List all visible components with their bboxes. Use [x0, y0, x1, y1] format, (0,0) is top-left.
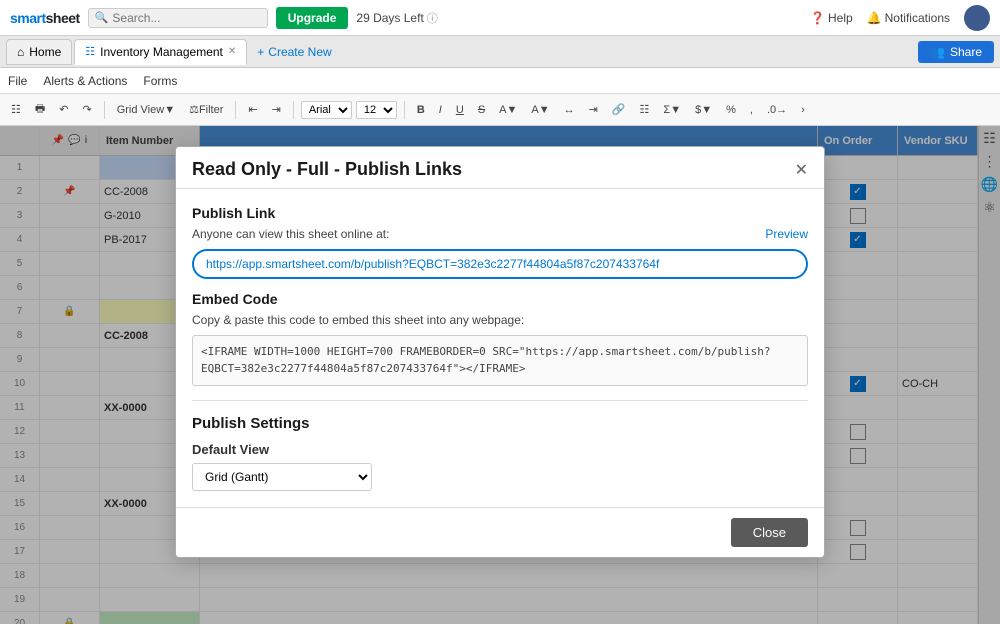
modal-body: Publish Link Anyone can view this sheet …	[176, 189, 824, 507]
publish-url-row	[192, 249, 808, 279]
toolbar: ☷ 🖶 ↶ ↷ Grid View ▼ ⚖ Filter ⇤ ⇥ Arial 1…	[0, 94, 1000, 126]
notifications-button[interactable]: 🔔 Notifications	[867, 11, 950, 25]
modal-footer: Close	[176, 507, 824, 557]
embed-code-title: Embed Code	[192, 291, 808, 307]
search-icon: 🔍	[95, 11, 109, 24]
bold-button[interactable]: B	[412, 101, 430, 119]
upgrade-button[interactable]: Upgrade	[276, 7, 349, 29]
divider	[192, 400, 808, 401]
tab-close-icon[interactable]: ✕	[228, 46, 236, 57]
info-icon: ⓘ	[427, 10, 438, 26]
top-right-controls: ❓ Help 🔔 Notifications	[810, 5, 990, 31]
modal-overlay: Read Only - Full - Publish Links ✕ Publi…	[0, 126, 1000, 624]
plus-icon: +	[257, 45, 264, 59]
menu-forms[interactable]: Forms	[143, 74, 177, 88]
user-avatar[interactable]	[964, 5, 990, 31]
italic-button[interactable]: I	[434, 101, 447, 119]
default-view-select[interactable]: Grid (Gantt) Grid Gantt Calendar	[192, 463, 372, 491]
toolbar-redo-icon[interactable]: ↷	[77, 100, 96, 119]
search-box[interactable]: 🔍	[88, 8, 268, 28]
publish-link-title: Publish Link	[192, 205, 808, 221]
more-icon[interactable]: ›	[796, 101, 810, 119]
percent-icon[interactable]: %	[721, 101, 741, 119]
toolbar-separator-3	[293, 101, 294, 119]
top-bar: smartsheet 🔍 Upgrade 29 Days Left ⓘ ❓ He…	[0, 0, 1000, 36]
embed-code-box[interactable]: <IFRAME WIDTH=1000 HEIGHT=700 FRAMEBORDE…	[192, 335, 808, 386]
decimal-icon[interactable]: ,	[745, 101, 758, 119]
toolbar-grid-icon[interactable]: ☷	[6, 100, 26, 119]
toolbar-separator-1	[104, 101, 105, 119]
tab-inventory-management[interactable]: ☷ Inventory Management ✕	[74, 39, 247, 65]
embed-code-desc: Copy & paste this code to embed this she…	[192, 313, 808, 327]
search-input[interactable]	[112, 11, 252, 25]
size-selector[interactable]: 12	[356, 101, 397, 119]
currency-icon[interactable]: $▼	[690, 101, 717, 119]
underline-button[interactable]: U	[451, 101, 469, 119]
bell-icon: 🔔	[867, 11, 882, 25]
publish-settings-title: Publish Settings	[192, 415, 808, 432]
grid-view-button[interactable]: Grid View ▼	[112, 101, 180, 119]
modal-close-button[interactable]: ✕	[795, 160, 808, 180]
help-button[interactable]: ❓ Help	[810, 11, 853, 25]
main-area: 📌 💬 i Item Number On Order Vendor SKU 1	[0, 126, 1000, 624]
days-left: 29 Days Left ⓘ	[356, 10, 437, 26]
modal-title: Read Only - Full - Publish Links	[192, 159, 462, 180]
preview-link[interactable]: Preview	[765, 227, 808, 241]
menu-bar: File Alerts & Actions Forms	[0, 68, 1000, 94]
menu-alerts[interactable]: Alerts & Actions	[43, 74, 127, 88]
people-icon: 👥	[930, 45, 945, 59]
text-color-icon[interactable]: A▼	[526, 101, 554, 119]
toolbar-undo-icon[interactable]: ↶	[54, 100, 73, 119]
home-icon: ⌂	[17, 45, 24, 59]
tab-bar: ⌂ Home ☷ Inventory Management ✕ + Create…	[0, 36, 1000, 68]
create-new-tab[interactable]: + Create New	[249, 39, 339, 65]
align-options-icon[interactable]: ↔	[559, 101, 580, 119]
share-button[interactable]: 👥 Share	[918, 41, 994, 63]
toolbar-separator-4	[404, 101, 405, 119]
filter-button[interactable]: ⚖ Filter	[184, 100, 228, 119]
filter-icon: ⚖	[189, 103, 199, 116]
sigma-icon[interactable]: Σ▼	[658, 101, 686, 119]
modal-close-footer-button[interactable]: Close	[731, 518, 808, 547]
table-icon[interactable]: ☷	[635, 100, 655, 119]
link-icon[interactable]: 🔗	[607, 100, 631, 119]
indent-icon[interactable]: ⇥	[584, 100, 603, 119]
publish-links-modal: Read Only - Full - Publish Links ✕ Publi…	[175, 146, 825, 558]
menu-file[interactable]: File	[8, 74, 27, 88]
toolbar-separator-2	[235, 101, 236, 119]
help-icon: ❓	[810, 11, 825, 25]
increase-decimal-icon[interactable]: .0→	[762, 101, 792, 119]
font-selector[interactable]: Arial	[301, 101, 352, 119]
modal-title-bar: Read Only - Full - Publish Links ✕	[176, 147, 824, 189]
toolbar-print-icon[interactable]: 🖶	[30, 97, 50, 122]
publish-link-desc: Anyone can view this sheet online at: Pr…	[192, 227, 808, 241]
strikethrough-button[interactable]: S	[473, 101, 490, 119]
fill-color-icon[interactable]: A▼	[494, 101, 522, 119]
logo: smartsheet	[10, 10, 80, 26]
tab-home[interactable]: ⌂ Home	[6, 39, 72, 65]
sheet-icon: ☷	[85, 45, 95, 58]
align-left-icon[interactable]: ⇤	[243, 100, 262, 119]
publish-url-input[interactable]	[192, 249, 808, 279]
default-view-label: Default View	[192, 442, 808, 457]
align-center-icon[interactable]: ⇥	[267, 100, 286, 119]
